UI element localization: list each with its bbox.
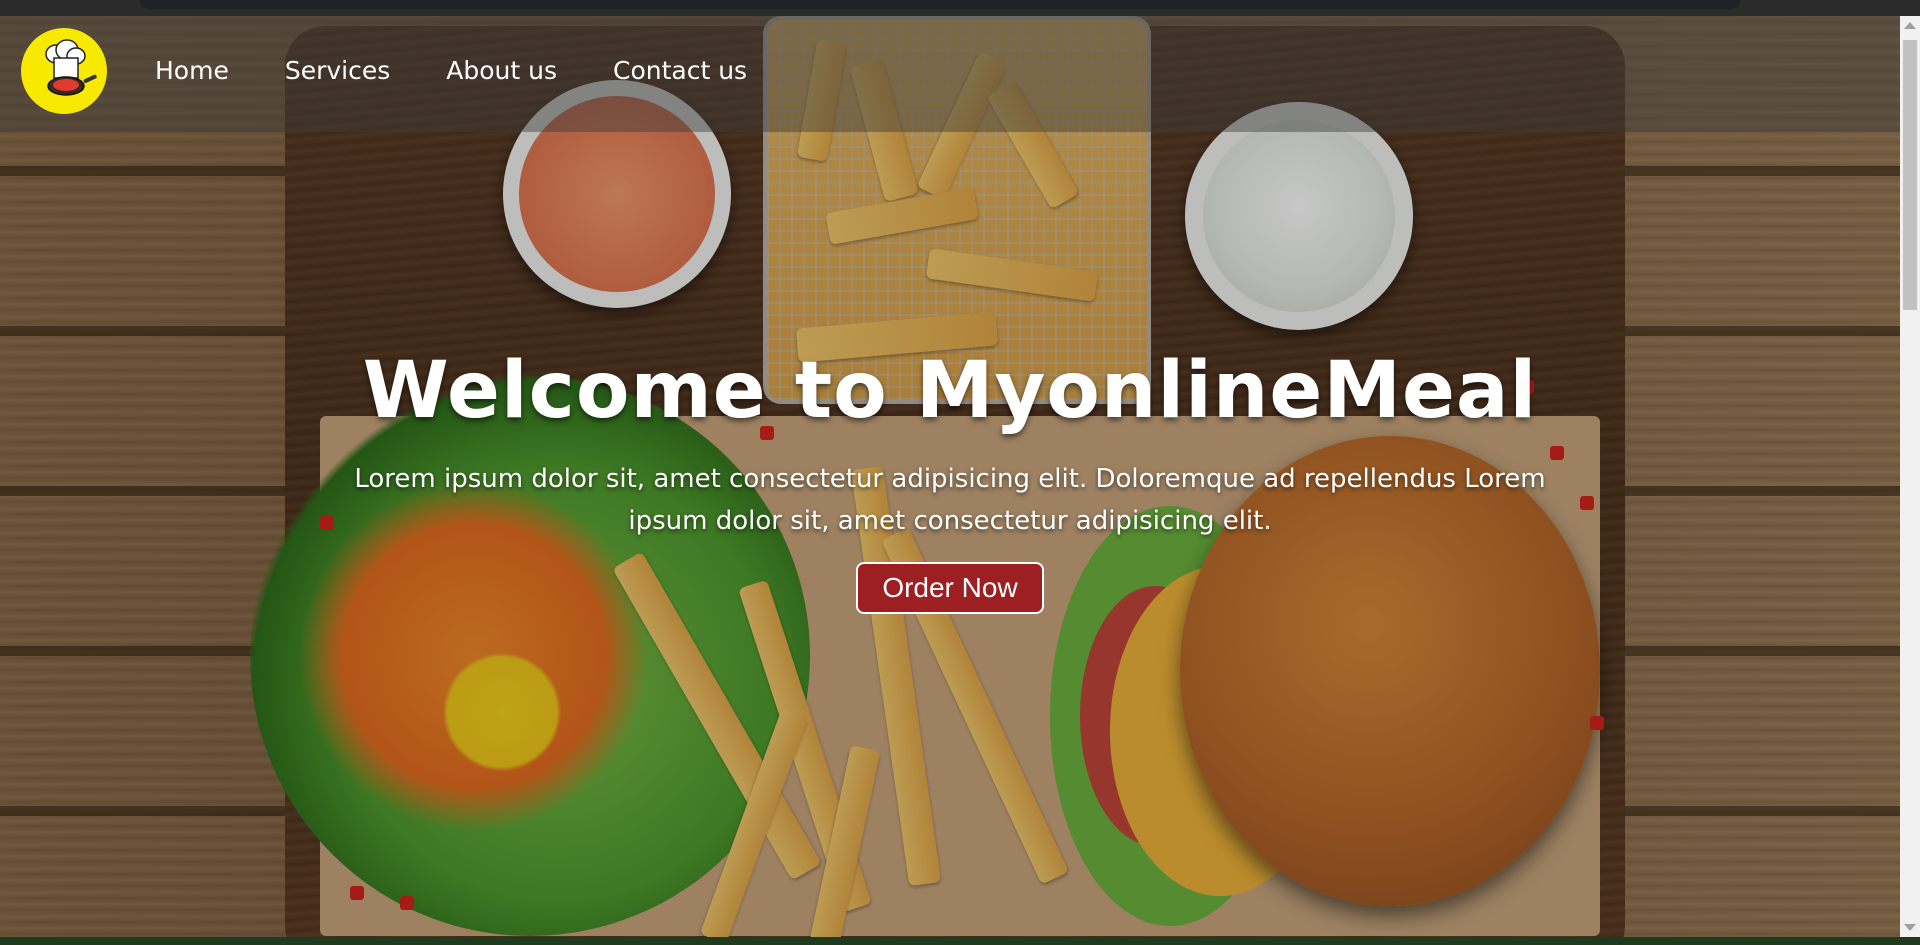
main-navbar: Home Services About us Contact us xyxy=(0,16,1900,132)
nav-link-home[interactable]: Home xyxy=(155,56,229,85)
scrollbar-thumb[interactable] xyxy=(1903,40,1917,310)
nav-link-contact-us[interactable]: Contact us xyxy=(613,56,747,85)
nav-link-services[interactable]: Services xyxy=(285,56,390,85)
vertical-scrollbar[interactable] xyxy=(1900,16,1920,937)
nav-links: Home Services About us Contact us xyxy=(155,56,803,85)
hero-paragraph: Lorem ipsum dolor sit, amet consectetur … xyxy=(354,464,1546,536)
scroll-up-arrow-icon[interactable] xyxy=(1904,22,1916,29)
order-now-button[interactable]: Order Now xyxy=(856,562,1044,614)
hero-content: Welcome to MyonlineMeal Lorem ipsum dolo… xyxy=(0,346,1900,614)
nav-link-about-us[interactable]: About us xyxy=(446,56,557,85)
chef-logo-icon[interactable] xyxy=(21,28,107,114)
bottom-strip xyxy=(0,937,1920,945)
browser-top-bar xyxy=(0,0,1920,16)
hero-section: Welcome to MyonlineMeal Lorem ipsum dolo… xyxy=(0,16,1900,937)
browser-tab-strip xyxy=(140,0,1740,9)
scroll-down-arrow-icon[interactable] xyxy=(1904,924,1916,931)
hero-title: Welcome to MyonlineMeal xyxy=(362,346,1538,436)
